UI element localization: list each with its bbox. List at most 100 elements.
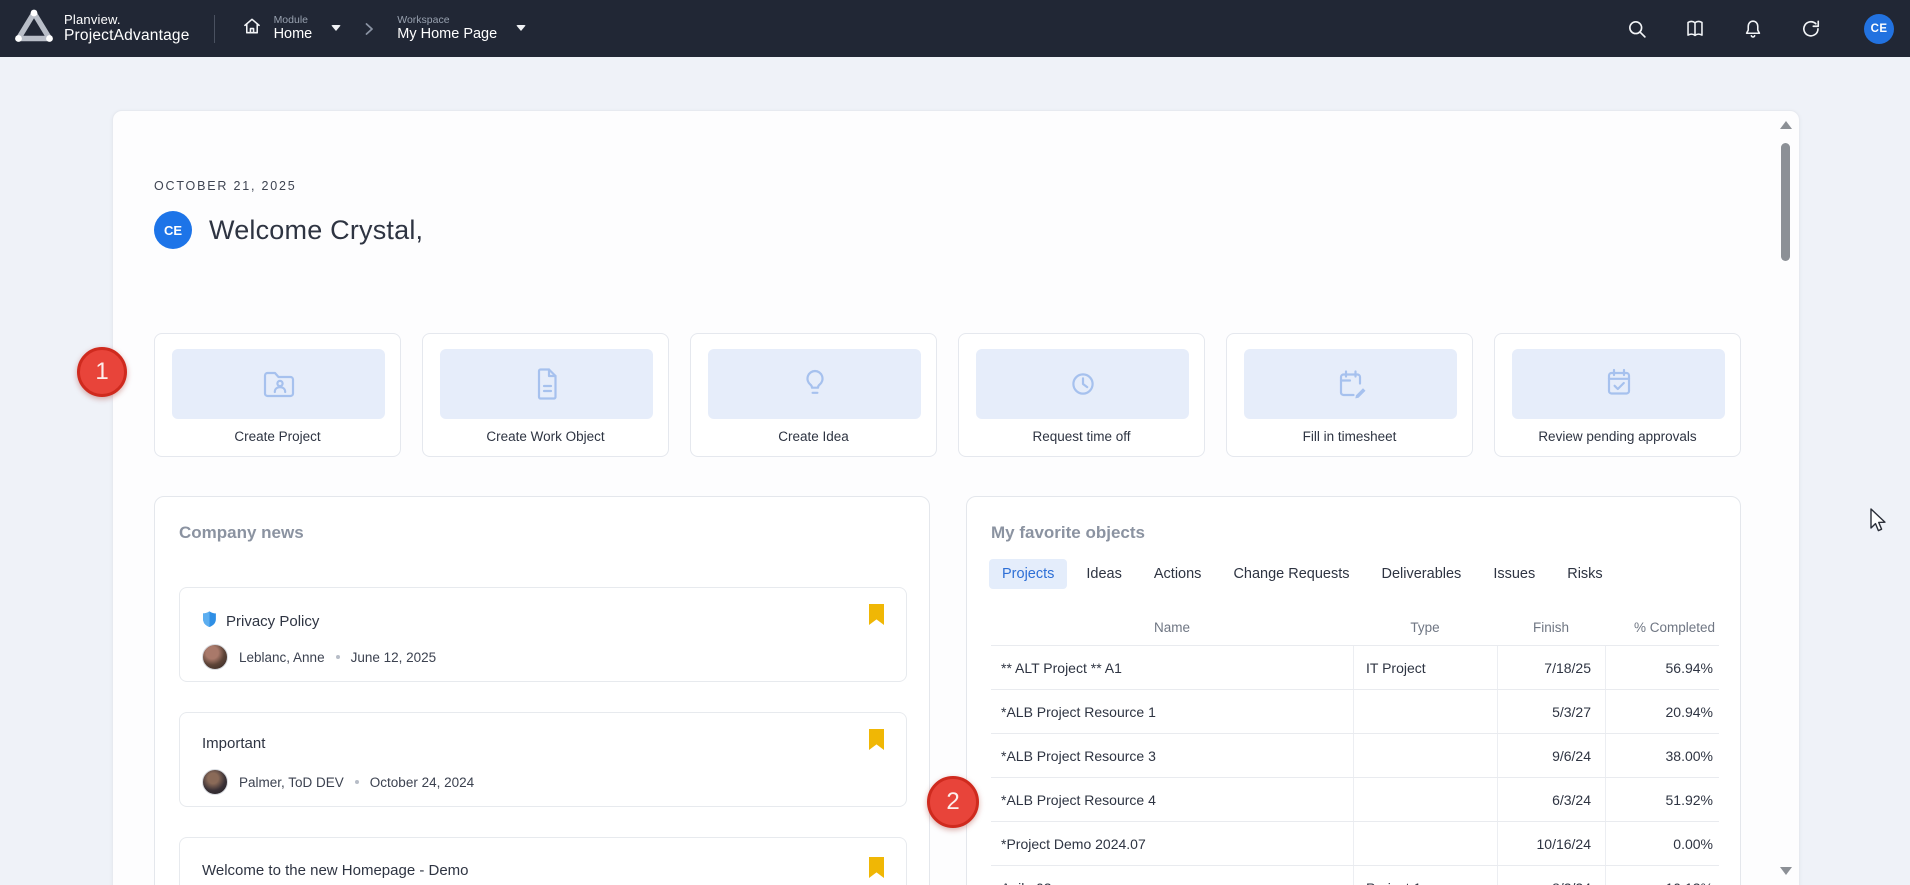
company-news-panel: Company news Privacy Policy Leblanc, Ann… bbox=[154, 496, 930, 885]
planview-logo-icon bbox=[14, 8, 54, 49]
column-header-name[interactable]: Name bbox=[991, 620, 1353, 635]
user-avatar[interactable]: CE bbox=[1864, 14, 1894, 44]
cell-finish: 8/2/24 bbox=[1497, 866, 1605, 885]
chevron-down-icon[interactable] bbox=[516, 25, 526, 31]
top-bar: Planview. ProjectAdvantage Module Home W… bbox=[0, 0, 1910, 57]
meta-separator-dot bbox=[336, 655, 340, 659]
tab-risks[interactable]: Risks bbox=[1554, 559, 1615, 589]
table-row[interactable]: ** ALT Project ** A1 IT Project 7/18/25 … bbox=[991, 645, 1719, 689]
cell-name[interactable]: *ALB Project Resource 1 bbox=[991, 704, 1353, 720]
topbar-divider bbox=[214, 15, 215, 43]
tab-issues[interactable]: Issues bbox=[1480, 559, 1548, 589]
favorites-tabs: Projects Ideas Actions Change Requests D… bbox=[989, 559, 1616, 589]
news-item[interactable]: Privacy Policy Leblanc, Anne June 12, 20… bbox=[179, 587, 907, 682]
cell-completed: 20.94% bbox=[1605, 690, 1719, 733]
folder-project-icon bbox=[172, 349, 385, 419]
cell-name[interactable]: *ALB Project Resource 3 bbox=[991, 748, 1353, 764]
news-date: October 24, 2024 bbox=[370, 775, 474, 790]
favorites-title: My favorite objects bbox=[991, 523, 1145, 543]
cell-finish: 6/3/24 bbox=[1497, 778, 1605, 821]
favorites-table: Name Type Finish % Completed ** ALT Proj… bbox=[991, 609, 1719, 885]
column-header-finish[interactable]: Finish bbox=[1497, 620, 1605, 635]
document-icon bbox=[440, 349, 653, 419]
column-header-type[interactable]: Type bbox=[1353, 620, 1497, 635]
cell-type bbox=[1353, 778, 1497, 821]
home-icon bbox=[241, 15, 263, 42]
news-item[interactable]: Important Palmer, ToD DEV October 24, 20… bbox=[179, 712, 907, 807]
page-title: Welcome Crystal, bbox=[209, 215, 423, 246]
brand-logo[interactable]: Planview. ProjectAdvantage bbox=[14, 8, 190, 49]
documentation-book-icon[interactable] bbox=[1684, 18, 1706, 40]
tab-change-requests[interactable]: Change Requests bbox=[1220, 559, 1362, 589]
bookmark-icon[interactable] bbox=[869, 604, 884, 630]
news-author[interactable]: Leblanc, Anne bbox=[239, 650, 325, 665]
table-row[interactable]: *ALB Project Resource 1 5/3/27 20.94% bbox=[991, 689, 1719, 733]
cell-completed: 51.92% bbox=[1605, 778, 1719, 821]
cell-finish: 7/18/25 bbox=[1497, 646, 1605, 689]
bookmark-icon[interactable] bbox=[869, 729, 884, 755]
cell-completed: 0.00% bbox=[1605, 822, 1719, 865]
tab-deliverables[interactable]: Deliverables bbox=[1369, 559, 1475, 589]
scrollbar-thumb[interactable] bbox=[1781, 143, 1790, 261]
scroll-down-icon[interactable] bbox=[1780, 867, 1792, 875]
clock-icon bbox=[976, 349, 1189, 419]
welcome-header: CE Welcome Crystal, bbox=[154, 211, 423, 249]
lightbulb-icon bbox=[708, 349, 921, 419]
table-row[interactable]: *ALB Project Resource 3 9/6/24 38.00% bbox=[991, 733, 1719, 777]
review-pending-approvals-card[interactable]: Review pending approvals bbox=[1494, 333, 1741, 457]
search-icon[interactable] bbox=[1626, 18, 1648, 40]
cell-finish: 5/3/27 bbox=[1497, 690, 1605, 733]
cell-name[interactable]: *Project Demo 2024.07 bbox=[991, 836, 1353, 852]
cell-finish: 9/6/24 bbox=[1497, 734, 1605, 777]
shield-icon bbox=[202, 610, 217, 633]
cell-type bbox=[1353, 822, 1497, 865]
table-row[interactable]: Agile 02 Project 1 8/2/24 10.13% bbox=[991, 865, 1719, 885]
module-value: Home bbox=[274, 26, 313, 43]
calendar-check-icon bbox=[1512, 349, 1725, 419]
brand-name: Planview. ProjectAdvantage bbox=[64, 13, 190, 45]
news-item-title: Welcome to the new Homepage - Demo bbox=[202, 862, 469, 879]
tab-actions[interactable]: Actions bbox=[1141, 559, 1215, 589]
table-row[interactable]: *ALB Project Resource 4 6/3/24 51.92% bbox=[991, 777, 1719, 821]
table-row[interactable]: *Project Demo 2024.07 10/16/24 0.00% bbox=[991, 821, 1719, 865]
refresh-icon[interactable] bbox=[1800, 18, 1822, 40]
news-item[interactable]: Welcome to the new Homepage - Demo bbox=[179, 837, 907, 885]
scroll-up-icon[interactable] bbox=[1780, 121, 1792, 129]
page-scrollbar[interactable] bbox=[1778, 117, 1792, 885]
column-header-completed[interactable]: % Completed bbox=[1605, 620, 1719, 635]
breadcrumb-module[interactable]: Module Home bbox=[241, 14, 342, 43]
fill-in-timesheet-card[interactable]: Fill in timesheet bbox=[1226, 333, 1473, 457]
breadcrumb-workspace[interactable]: Workspace My Home Page bbox=[397, 14, 526, 43]
create-project-card[interactable]: Create Project bbox=[154, 333, 401, 457]
action-label: Create Project bbox=[155, 429, 400, 444]
author-avatar bbox=[202, 769, 228, 795]
request-time-off-card[interactable]: Request time off bbox=[958, 333, 1205, 457]
meta-separator-dot bbox=[355, 780, 359, 784]
notifications-bell-icon[interactable] bbox=[1742, 18, 1764, 40]
action-label: Request time off bbox=[959, 429, 1204, 444]
create-idea-card[interactable]: Create Idea bbox=[690, 333, 937, 457]
user-avatar[interactable]: CE bbox=[154, 211, 192, 249]
table-header-row: Name Type Finish % Completed bbox=[991, 609, 1719, 645]
news-author[interactable]: Palmer, ToD DEV bbox=[239, 775, 344, 790]
cell-name[interactable]: Agile 02 bbox=[991, 880, 1353, 885]
quick-actions-row: Create Project Create Work Object Create… bbox=[154, 333, 1741, 457]
cell-name[interactable]: *ALB Project Resource 4 bbox=[991, 792, 1353, 808]
cell-completed: 38.00% bbox=[1605, 734, 1719, 777]
cell-finish: 10/16/24 bbox=[1497, 822, 1605, 865]
chevron-down-icon[interactable] bbox=[331, 25, 341, 31]
favorite-objects-panel: My favorite objects Projects Ideas Actio… bbox=[966, 496, 1741, 885]
action-label: Create Work Object bbox=[423, 429, 668, 444]
tab-ideas[interactable]: Ideas bbox=[1073, 559, 1134, 589]
cell-name[interactable]: ** ALT Project ** A1 bbox=[991, 660, 1353, 676]
annotation-badge-1: 1 bbox=[77, 347, 127, 397]
action-label: Review pending approvals bbox=[1495, 429, 1740, 444]
cell-type: IT Project bbox=[1353, 646, 1497, 689]
bookmark-icon[interactable] bbox=[869, 857, 884, 883]
tab-projects[interactable]: Projects bbox=[989, 559, 1067, 589]
action-label: Create Idea bbox=[691, 429, 936, 444]
create-work-object-card[interactable]: Create Work Object bbox=[422, 333, 669, 457]
module-label: Module bbox=[274, 14, 313, 26]
workspace-label: Workspace bbox=[397, 14, 497, 26]
author-avatar bbox=[202, 644, 228, 670]
